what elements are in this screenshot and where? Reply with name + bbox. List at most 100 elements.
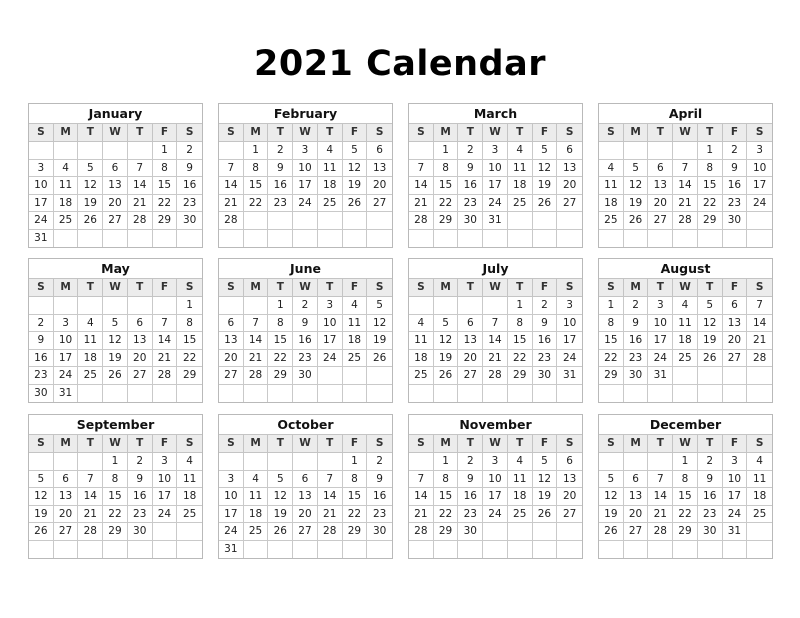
day-cell: 3 xyxy=(293,142,318,160)
day-cell: 11 xyxy=(342,314,368,332)
day-cell: 16 xyxy=(623,332,649,350)
day-cell: 10 xyxy=(483,470,508,488)
day-cell: 10 xyxy=(293,159,318,177)
weekday-label: S xyxy=(185,126,194,138)
empty-cell xyxy=(128,540,153,558)
day-cell: 20 xyxy=(557,488,582,506)
empty-cell xyxy=(342,367,368,385)
empty-cell xyxy=(624,540,649,558)
weekday-label: T xyxy=(128,279,153,296)
weekday-label: T xyxy=(318,124,343,141)
empty-cell xyxy=(624,229,649,247)
weekday-label: W xyxy=(483,435,508,452)
month-title: October xyxy=(219,415,392,435)
day-cell: 8 xyxy=(103,470,128,488)
empty-cell xyxy=(599,540,624,558)
day-cell: 14 xyxy=(78,488,104,506)
day-cell: 22 xyxy=(268,349,294,367)
weekday-label: S xyxy=(409,435,434,452)
day-cell: 30 xyxy=(367,523,392,541)
day-cell: 24 xyxy=(648,349,674,367)
empty-cell xyxy=(244,384,269,402)
day-cell: 8 xyxy=(673,470,698,488)
day-cell: 19 xyxy=(367,332,392,350)
day-cell: 9 xyxy=(127,470,153,488)
empty-cell xyxy=(177,523,202,541)
weekday-label: M xyxy=(624,435,649,452)
empty-cell xyxy=(723,384,748,402)
empty-cell xyxy=(722,367,748,385)
empty-cell xyxy=(152,523,178,541)
day-cell: 3 xyxy=(557,297,582,315)
empty-cell xyxy=(152,297,178,315)
day-cell: 7 xyxy=(219,159,244,177)
day-cell: 28 xyxy=(152,367,178,385)
day-cell: 28 xyxy=(243,367,269,385)
empty-cell xyxy=(29,142,54,160)
month-title: August xyxy=(599,259,772,279)
day-cell: 12 xyxy=(433,332,459,350)
weekday-header: SMTWTFS xyxy=(29,124,202,142)
day-cell: 26 xyxy=(599,523,624,541)
weekday-label: S xyxy=(755,126,764,138)
empty-cell xyxy=(243,453,269,471)
weekday-header: SMTWTFS xyxy=(599,124,772,142)
weekday-label: T xyxy=(128,124,153,141)
empty-cell xyxy=(409,297,434,315)
weekday-label: M xyxy=(434,124,459,141)
weekday-header: SMTWTFS xyxy=(219,279,392,297)
day-cell: 3 xyxy=(483,453,508,471)
day-grid: 1 2 3 4 5 6 7 8 9 10 11 12 13 14 15 16 17 18 19 20 21 22 23 24 2… xyxy=(599,142,772,247)
day-cell: 12 xyxy=(532,470,558,488)
day-cell: 17 xyxy=(557,332,582,350)
weekday-label: M xyxy=(244,435,269,452)
day-cell: 14 xyxy=(243,332,269,350)
weekday-label: T xyxy=(508,124,533,141)
empty-cell xyxy=(317,367,343,385)
weekday-label: W xyxy=(293,435,318,452)
empty-cell xyxy=(723,540,748,558)
day-grid: 1 2 3 4 5 6 7 8 9 10 11 12 13 14 15 16 17 18 19 20 21 22 23 24 2… xyxy=(219,297,392,402)
day-cell: 5 xyxy=(697,297,723,315)
day-cell: 22 xyxy=(243,194,269,212)
weekday-label: W xyxy=(673,279,698,296)
day-grid: 1 2 3 4 5 6 7 8 9 10 11 12 13 14 15 16 17 18 19 20 21 22 23 24 2… xyxy=(29,297,202,402)
day-grid: 1 2 3 4 5 6 7 8 9 10 11 12 13 14 15 16 17 18 19 20 21 22 23 24 2… xyxy=(29,142,202,247)
day-cell: 10 xyxy=(557,315,582,332)
day-cell: 23 xyxy=(532,349,558,367)
day-cell: 19 xyxy=(268,505,294,523)
day-cell: 1 xyxy=(697,142,723,160)
day-cell: 11 xyxy=(317,159,343,177)
day-cell: 21 xyxy=(152,349,178,367)
day-cell: 11 xyxy=(78,332,104,350)
empty-cell xyxy=(483,384,508,402)
day-cell: 21 xyxy=(747,332,772,350)
day-cell: 25 xyxy=(673,349,698,367)
day-cell: 20 xyxy=(722,332,748,350)
day-cell: 26 xyxy=(78,212,104,230)
day-cell: 10 xyxy=(219,488,244,506)
weekday-label: T xyxy=(268,279,294,296)
weekday-label: T xyxy=(268,124,294,141)
day-cell: 14 xyxy=(409,488,434,506)
empty-cell xyxy=(293,453,318,471)
month-march: March S M T W T F S 1 2 3 4 5 6 7 8 9 10 11 12 13 14 15 16 17 18 1… xyxy=(408,103,583,248)
day-cell: 4 xyxy=(78,314,104,332)
day-cell: 1 xyxy=(268,297,294,315)
day-cell: 26 xyxy=(532,505,558,523)
day-cell: 19 xyxy=(342,177,368,195)
day-cell: 20 xyxy=(53,505,79,523)
day-cell: 8 xyxy=(177,315,202,332)
empty-cell xyxy=(219,453,244,471)
day-cell: 6 xyxy=(557,453,582,471)
day-cell: 14 xyxy=(152,332,178,350)
empty-cell xyxy=(78,384,104,402)
day-cell: 14 xyxy=(648,488,674,506)
empty-cell xyxy=(219,384,244,402)
empty-cell xyxy=(483,540,508,558)
weekday-label: S xyxy=(185,281,194,293)
day-cell: 4 xyxy=(599,159,624,177)
day-cell: 26 xyxy=(103,367,128,385)
day-cell: 19 xyxy=(623,194,649,212)
day-cell: 10 xyxy=(53,332,79,350)
